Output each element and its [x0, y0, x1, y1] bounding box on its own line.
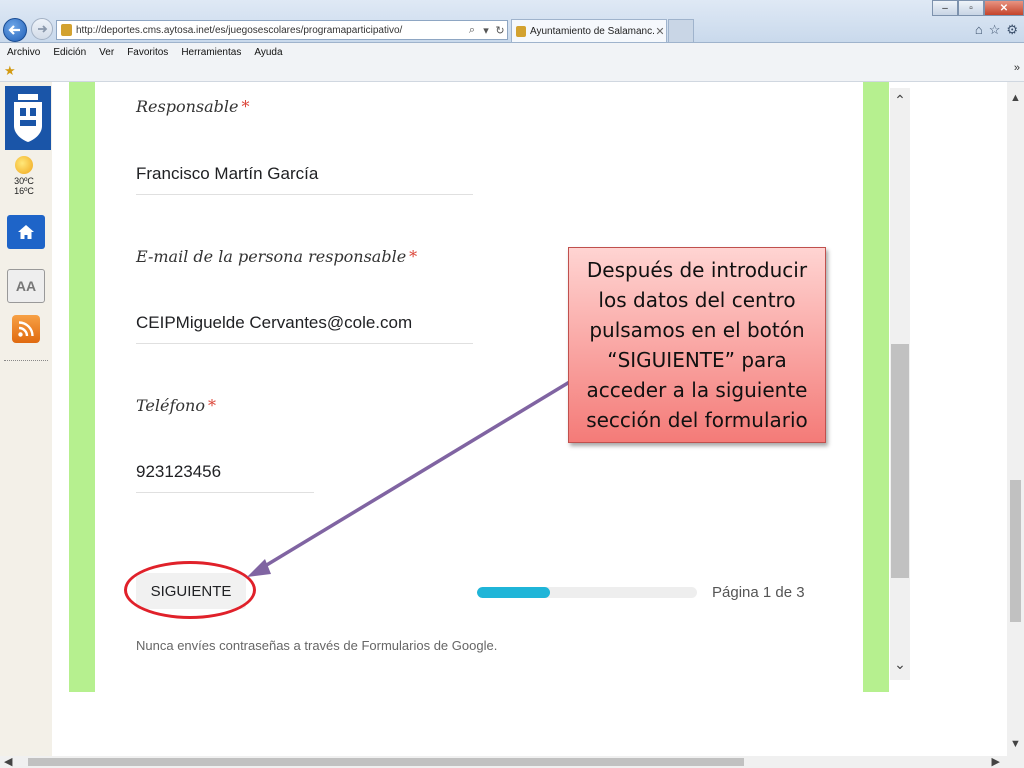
forward-button[interactable] — [31, 18, 53, 40]
frame-scroll-thumb[interactable] — [891, 344, 909, 578]
callout-line: los datos del centro — [598, 288, 796, 312]
scroll-left-icon[interactable]: ◀ — [4, 755, 12, 768]
close-window-button[interactable]: ✕ — [984, 0, 1024, 16]
home-icon — [18, 225, 34, 239]
browser-title-bar: http://deportes.cms.aytosa.inet/es/juego… — [0, 0, 1024, 43]
field-label-telefono: Teléfono * — [136, 396, 216, 415]
telefono-input[interactable]: 923123456 — [136, 462, 314, 493]
dropdown-icon[interactable]: ▾ — [479, 24, 493, 37]
site-favicon-icon — [61, 24, 72, 36]
required-asterisk: * — [409, 247, 418, 266]
address-url[interactable]: http://deportes.cms.aytosa.inet/es/juego… — [76, 25, 465, 36]
callout-line: Después de introducir — [586, 258, 808, 282]
field-label-responsable: Responsable * — [136, 97, 249, 116]
callout-line: pulsamos en el botón — [589, 318, 805, 342]
callout-line: “SIGUIENTE” para — [607, 348, 787, 372]
new-tab-button[interactable] — [668, 19, 694, 42]
menu-favoritos[interactable]: Favoritos — [120, 47, 174, 58]
rss-icon — [18, 321, 34, 337]
responsable-input[interactable]: Francisco Martín García — [136, 164, 473, 195]
highlight-ring — [124, 561, 256, 619]
back-button[interactable] — [3, 18, 27, 42]
callout-line: acceder a la siguiente — [586, 378, 808, 402]
minimize-button[interactable]: – — [932, 0, 958, 16]
tab-title: Ayuntamiento de Salamanc... — [530, 25, 654, 37]
site-sidebar: 30ºC 16ºC AA — [0, 82, 52, 758]
menu-bar: Archivo Edición Ver Favoritos Herramient… — [0, 43, 1024, 61]
email-input[interactable]: CEIPMiguelde Cervantes@cole.com — [136, 313, 473, 344]
menu-ver[interactable]: Ver — [92, 47, 120, 58]
weather-high: 30ºC — [14, 176, 34, 186]
menu-archivo[interactable]: Archivo — [0, 47, 46, 58]
page-indicator: Página 1 de 3 — [712, 584, 805, 601]
frame-vertical-scrollbar[interactable]: ⌃ ⌄ — [890, 88, 910, 680]
scroll-down-chevron-icon[interactable]: ⌄ — [890, 656, 910, 676]
page-horizontal-scrollbar[interactable]: ◀ ▶ — [0, 756, 1024, 768]
menu-edicion[interactable]: Edición — [46, 47, 92, 58]
sidebar-divider — [4, 360, 48, 361]
salamanca-crest-logo[interactable] — [5, 86, 51, 150]
gear-icon[interactable]: ⚙ — [1006, 22, 1018, 38]
scroll-up-chevron-icon[interactable]: ⌃ — [890, 92, 910, 112]
callout-line: sección del formulario — [586, 408, 808, 432]
field-label-email: E-mail de la persona responsable * — [136, 247, 417, 266]
favorites-bar: ★ » — [0, 61, 1024, 82]
favorites-star-icon[interactable]: ☆ — [989, 22, 1001, 38]
password-warning: Nunca envíes contraseñas a través de For… — [136, 638, 498, 653]
required-asterisk: * — [207, 396, 216, 415]
weather-low: 16ºC — [14, 186, 34, 196]
page-scroll-down-icon[interactable]: ▼ — [1007, 738, 1024, 750]
address-bar[interactable]: http://deportes.cms.aytosa.inet/es/juego… — [56, 20, 508, 40]
page-scroll-thumb[interactable] — [1010, 480, 1021, 622]
field-label-text: Teléfono — [136, 396, 205, 415]
maximize-button[interactable]: ▫ — [958, 0, 984, 16]
scroll-right-icon[interactable]: ▶ — [992, 755, 1000, 768]
window-controls: – ▫ ✕ — [932, 0, 1024, 16]
sidebar-home-button[interactable] — [7, 215, 45, 249]
search-icon[interactable]: ⌕ — [465, 24, 479, 37]
field-label-text: Responsable — [136, 97, 239, 116]
crest-icon — [14, 94, 42, 142]
browser-toolbar-icons: ⌂ ☆ ⚙ — [975, 22, 1018, 38]
required-asterisk: * — [241, 97, 250, 116]
weather-widget: 30ºC 16ºC — [5, 156, 43, 196]
sidebar-text-size-button[interactable]: AA — [7, 269, 45, 303]
instruction-callout: Después de introducir los datos del cent… — [568, 247, 826, 443]
home-icon[interactable]: ⌂ — [975, 22, 983, 38]
add-favorite-star-icon[interactable]: ★ — [4, 63, 16, 79]
sidebar-rss-button[interactable] — [12, 315, 40, 343]
tab-favicon-icon — [516, 25, 526, 37]
progress-bar — [477, 587, 697, 598]
sun-icon — [15, 156, 33, 174]
refresh-icon[interactable]: ↻ — [493, 24, 507, 37]
page-vertical-scrollbar[interactable]: ▲ ▼ — [1007, 82, 1024, 758]
menu-herramientas[interactable]: Herramientas — [174, 47, 247, 58]
favorites-chevron-icon[interactable]: » — [1014, 62, 1020, 74]
forward-arrow-icon — [38, 25, 48, 33]
page-scroll-up-icon[interactable]: ▲ — [1007, 92, 1024, 104]
tab-close-icon[interactable]: ✕ — [654, 25, 666, 38]
menu-ayuda[interactable]: Ayuda — [247, 47, 288, 58]
field-label-text: E-mail de la persona responsable — [136, 247, 407, 266]
progress-fill — [477, 587, 550, 598]
text-size-icon: AA — [15, 278, 37, 294]
horizontal-scroll-thumb[interactable] — [28, 758, 744, 766]
tab-ayuntamiento[interactable]: Ayuntamiento de Salamanc... ✕ — [511, 19, 667, 42]
back-arrow-icon — [8, 25, 20, 35]
